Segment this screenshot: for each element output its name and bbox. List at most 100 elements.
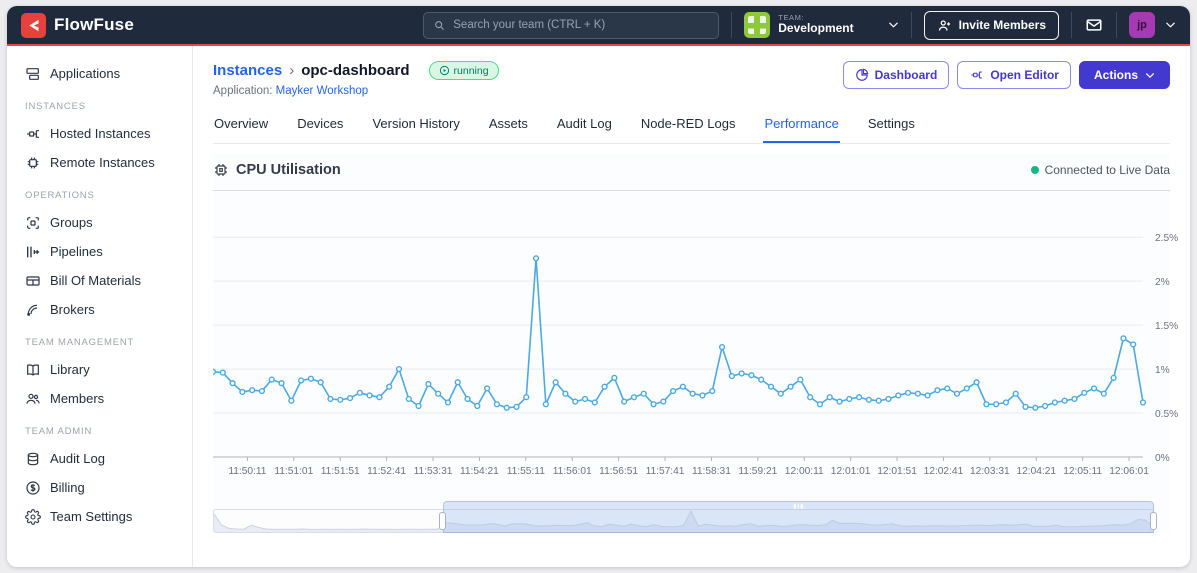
open-editor-button-label: Open Editor <box>990 68 1059 82</box>
sidebar-item-team-settings[interactable]: Team Settings <box>25 502 192 531</box>
envelope-icon <box>1084 16 1104 34</box>
billing-icon <box>26 480 40 495</box>
breadcrumb-instances-link[interactable]: Instances <box>213 62 282 79</box>
groups-icon <box>27 216 39 229</box>
svg-text:12:06:01: 12:06:01 <box>1109 466 1149 477</box>
team-selector[interactable]: TEAM: Development <box>744 12 898 38</box>
navbar-divider <box>731 12 733 38</box>
team-avatar <box>744 12 771 38</box>
navbar-divider <box>1116 12 1117 38</box>
main-content: Instances › opc-dashboard running Applic… <box>193 46 1190 567</box>
sidebar-label: Applications <box>50 66 121 81</box>
sidebar-item-audit-log[interactable]: Audit Log <box>25 444 192 473</box>
breadcrumb-separator: › <box>289 62 295 79</box>
sidebar-item-hosted-instances[interactable]: Hosted Instances <box>25 119 192 148</box>
svg-text:11:56:51: 11:56:51 <box>599 466 638 477</box>
sidebar-label: Members <box>50 391 105 406</box>
svg-text:12:03:31: 12:03:31 <box>970 466 1010 477</box>
selection-window[interactable] <box>442 501 1154 533</box>
members-icon <box>26 393 40 404</box>
svg-text:12:02:41: 12:02:41 <box>924 466 964 477</box>
sidebar-label: Hosted Instances <box>50 126 151 141</box>
user-plus-icon <box>937 18 952 33</box>
team-search[interactable] <box>423 11 720 39</box>
invite-members-button[interactable]: Invite Members <box>923 10 1059 40</box>
sidebar-label: Audit Log <box>50 451 105 466</box>
svg-text:2%: 2% <box>1155 277 1170 288</box>
flowfuse-brand[interactable]: FlowFuse <box>21 12 134 38</box>
tab-settings[interactable]: Settings <box>867 112 916 143</box>
gear-icon <box>25 508 41 525</box>
svg-text:11:51:01: 11:51:01 <box>274 466 313 477</box>
svg-text:2.5%: 2.5% <box>1155 233 1178 244</box>
chart-range-selector[interactable] <box>213 501 1157 533</box>
status-badge-label: running <box>453 64 489 77</box>
cpu-icon <box>215 164 227 176</box>
sidebar-item-members[interactable]: Members <box>25 384 192 413</box>
cpu-chart-svg: 11:50:11 11:51:01 11:51:51 11:52:41 11:53:31… <box>209 233 1178 477</box>
sidebar-item-remote-instances[interactable]: Remote Instances <box>25 148 192 177</box>
svg-text:0.5%: 0.5% <box>1155 409 1178 420</box>
open-editor-button[interactable]: Open Editor <box>957 61 1071 89</box>
sidebar-item-library[interactable]: Library <box>25 355 192 384</box>
brand-name: FlowFuse <box>54 15 134 34</box>
sidebar-item-billing[interactable]: Billing <box>25 473 192 502</box>
top-navbar: FlowFuse TEAM: Development Invite Me <box>7 6 1190 46</box>
chevron-down-icon <box>1165 21 1176 29</box>
app-window: FlowFuse TEAM: Development Invite Me <box>7 6 1190 567</box>
dashboard-button-label: Dashboard <box>874 68 938 82</box>
library-icon <box>27 363 39 376</box>
svg-text:11:52:41: 11:52:41 <box>367 466 406 477</box>
svg-text:11:53:31: 11:53:31 <box>414 466 453 477</box>
sidebar-item-groups[interactable]: Groups <box>25 208 192 237</box>
play-circle-icon <box>439 65 449 76</box>
sidebar-section-instances: INSTANCES <box>25 101 86 112</box>
sidebar-section-team-management: TEAM MANAGEMENT <box>25 337 135 348</box>
svg-text:1%: 1% <box>1155 365 1170 376</box>
sidebar-label: Pipelines <box>50 244 103 259</box>
panel-divider <box>213 190 1170 191</box>
sidebar: Applications INSTANCES Hosted Instances … <box>7 46 193 567</box>
audit-log-icon <box>27 452 39 465</box>
svg-text:1.5%: 1.5% <box>1155 321 1178 332</box>
dashboard-button[interactable]: Dashboard <box>842 61 950 89</box>
right-resize-handle[interactable] <box>1150 512 1157 530</box>
search-input[interactable] <box>453 19 710 31</box>
node-editor-icon <box>971 71 983 79</box>
sidebar-item-bill-of-materials[interactable]: Bill Of Materials <box>25 266 192 295</box>
tab-devices[interactable]: Devices <box>296 112 344 143</box>
svg-text:11:51:51: 11:51:51 <box>321 466 360 477</box>
pipelines-icon <box>27 246 40 257</box>
left-resize-handle[interactable] <box>439 512 447 530</box>
tab-overview[interactable]: Overview <box>213 112 269 143</box>
bill-of-materials-icon <box>26 275 40 286</box>
sidebar-item-pipelines[interactable]: Pipelines <box>25 237 192 266</box>
breadcrumb: Instances › opc-dashboard running <box>213 61 499 80</box>
svg-text:12:00:11: 12:00:11 <box>785 466 824 477</box>
chevron-down-icon <box>1146 72 1154 78</box>
application-label: Application: <box>213 85 273 97</box>
sidebar-label: Billing <box>50 480 85 495</box>
sidebar-item-applications[interactable]: Applications <box>25 59 192 88</box>
svg-text:12:01:51: 12:01:51 <box>877 466 917 477</box>
application-link[interactable]: Mayker Workshop <box>276 85 368 97</box>
drag-grip-icon <box>794 504 803 509</box>
tab-audit-log[interactable]: Audit Log <box>556 112 613 143</box>
tab-performance[interactable]: Performance <box>763 112 840 143</box>
sidebar-item-brokers[interactable]: Brokers <box>25 295 192 324</box>
pie-chart-icon <box>855 68 868 81</box>
actions-button[interactable]: Actions <box>1078 61 1170 89</box>
tab-node-red-logs[interactable]: Node-RED Logs <box>640 112 737 143</box>
instance-tabs: Overview Devices Version History Assets Audi… <box>213 112 1170 144</box>
sidebar-label: Remote Instances <box>50 155 155 170</box>
svg-text:11:58:31: 11:58:31 <box>692 466 731 477</box>
svg-text:12:04:21: 12:04:21 <box>1016 466 1056 477</box>
live-status-label: Connected to Live Data <box>1044 163 1170 177</box>
performance-panel: CPU Utilisation Connected to Live Data 1… <box>209 154 1178 533</box>
status-badge: running <box>428 61 499 80</box>
tab-assets[interactable]: Assets <box>488 112 529 143</box>
user-menu[interactable]: jp <box>1129 12 1176 38</box>
tab-version-history[interactable]: Version History <box>371 112 460 143</box>
mail-button[interactable] <box>1084 16 1104 34</box>
invite-members-label: Invite Members <box>958 18 1046 32</box>
